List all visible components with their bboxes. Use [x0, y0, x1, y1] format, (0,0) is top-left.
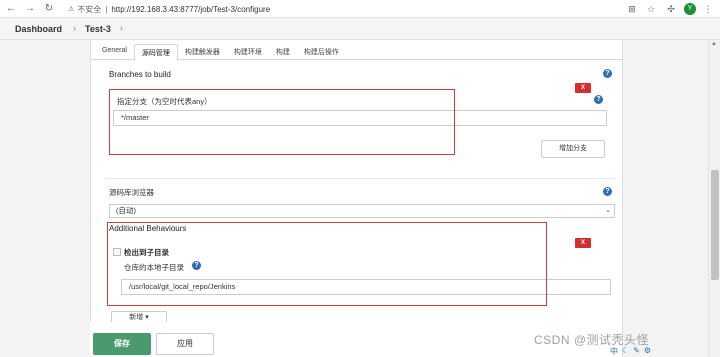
save-button[interactable]: 保存	[93, 333, 151, 355]
repo-browser-value: (自动)	[116, 206, 136, 215]
jenkins-header: Dashboard › Test-3 ›	[0, 18, 720, 40]
gear-icon[interactable]: ⚙	[644, 346, 651, 357]
tab-environment[interactable]: 构建环境	[227, 44, 269, 59]
pen-icon[interactable]: ✎	[633, 346, 640, 357]
repo-browser-label: 源码库浏览器	[109, 188, 154, 197]
help-icon[interactable]: ?	[603, 69, 612, 78]
tab-scm[interactable]: 源码管理	[133, 44, 178, 61]
help-icon[interactable]: ?	[603, 187, 612, 196]
scroll-up-icon[interactable]: ▲	[711, 41, 717, 47]
url-text: http://192.168.3.43:8777/job/Test-3/conf…	[111, 4, 271, 14]
star-icon[interactable]: ☆	[645, 3, 657, 15]
back-arrow-icon[interactable]: ←	[5, 3, 17, 15]
scrollbar[interactable]: ▲	[708, 40, 720, 357]
address-separator: |	[105, 4, 108, 14]
tab-triggers[interactable]: 构建触发器	[178, 44, 227, 59]
scrollbar-thumb[interactable]	[711, 170, 719, 280]
caret-down-icon: ▾	[145, 314, 149, 321]
apply-button[interactable]: 应用	[156, 333, 214, 355]
help-icon[interactable]: ?	[594, 95, 603, 104]
chevron-down-icon: ⌄	[605, 207, 611, 214]
forward-arrow-icon[interactable]: →	[24, 3, 36, 15]
moon-icon[interactable]: ☾	[622, 346, 629, 357]
remove-branch-button[interactable]: X	[575, 83, 591, 93]
avatar[interactable]: Y	[684, 3, 696, 15]
chevron-right-icon[interactable]: ›	[120, 23, 123, 33]
add-behaviour-label: 新增	[129, 314, 144, 321]
translate-icon[interactable]: ⊞	[626, 3, 638, 15]
breadcrumb-dashboard[interactable]: Dashboard	[15, 24, 62, 34]
ime-toolbar: 中 ☾ ✎ ⚙	[610, 346, 710, 357]
highlight-box	[107, 222, 547, 306]
config-panel: General 源码管理 构建触发器 构建环境 构建 构建后操作 Branche…	[90, 40, 623, 357]
address-bar[interactable]: ⚠ 不安全 | http://192.168.3.43:8777/job/Tes…	[68, 2, 613, 16]
browser-toolbar: ← → ↻ ⚠ 不安全 | http://192.168.3.43:8777/j…	[0, 0, 720, 18]
tab-general[interactable]: General	[95, 44, 134, 59]
branches-title: Branches to build	[109, 70, 171, 79]
tab-build[interactable]: 构建	[269, 44, 297, 59]
kebab-menu-icon[interactable]: ⋮	[702, 3, 714, 15]
reload-icon[interactable]: ↻	[43, 3, 55, 15]
breadcrumb-job[interactable]: Test-3	[85, 24, 111, 34]
remove-behaviour-button[interactable]: X	[575, 238, 591, 248]
repo-browser-select[interactable]: (自动) ⌄	[109, 204, 615, 218]
warning-icon: ⚠	[68, 6, 75, 13]
chevron-right-icon[interactable]: ›	[73, 23, 76, 33]
highlight-box	[109, 89, 455, 155]
insecure-label: 不安全	[77, 4, 102, 14]
tab-post-build[interactable]: 构建后操作	[297, 44, 346, 59]
puzzle-icon[interactable]: ✣	[665, 3, 677, 15]
add-branch-button[interactable]: 增加分支	[541, 140, 605, 158]
ime-chinese-icon[interactable]: 中	[610, 346, 618, 357]
divider	[105, 178, 615, 179]
config-tabs: General 源码管理 构建触发器 构建环境 构建 构建后操作	[91, 44, 622, 61]
